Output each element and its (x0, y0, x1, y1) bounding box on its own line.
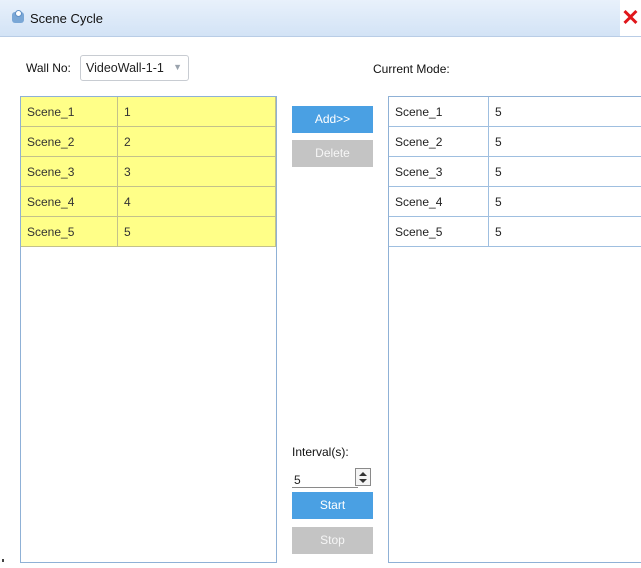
current-mode-label: Current Mode: (373, 62, 450, 76)
scene-row[interactable]: Scene_4 4 (21, 187, 276, 217)
scene-row[interactable]: Scene_3 3 (21, 157, 276, 187)
scene-row[interactable]: Scene_2 2 (21, 127, 276, 157)
scene-list[interactable]: Scene_1 1 Scene_2 2 Scene_3 3 Scene_4 4 … (20, 96, 277, 563)
interval-stepper[interactable]: 5 (292, 468, 373, 488)
scene-row[interactable]: Scene_1 1 (21, 97, 276, 127)
arrow-up-icon[interactable] (359, 472, 367, 476)
cycle-scene-duration: 5 (489, 217, 641, 247)
wall-select-value: VideoWall-1-1 (86, 61, 164, 75)
interval-input[interactable]: 5 (292, 468, 358, 488)
cycle-scene-name: Scene_3 (389, 157, 489, 187)
scene-number: 1 (118, 97, 276, 127)
scene-number: 3 (118, 157, 276, 187)
cycle-row[interactable]: Scene_3 5 (389, 157, 641, 187)
add-button[interactable]: Add>> (292, 106, 373, 133)
cycle-scene-duration: 5 (489, 97, 641, 127)
scene-number: 2 (118, 127, 276, 157)
chevron-down-icon: ▼ (173, 62, 182, 72)
scene-name: Scene_3 (21, 157, 118, 187)
cycle-scene-name: Scene_2 (389, 127, 489, 157)
scene-number: 5 (118, 217, 276, 247)
cycle-row[interactable]: Scene_5 5 (389, 217, 641, 247)
delete-button[interactable]: Delete (292, 140, 373, 167)
scene-cycle-icon (12, 10, 24, 23)
wall-no-label: Wall No: (26, 61, 71, 75)
scene-row[interactable]: Scene_5 5 (21, 217, 276, 247)
cycle-scene-duration: 5 (489, 157, 641, 187)
scene-name: Scene_2 (21, 127, 118, 157)
start-button[interactable]: Start (292, 492, 373, 519)
scene-name: Scene_4 (21, 187, 118, 217)
window-title: Scene Cycle (30, 11, 103, 26)
title-bar: Scene Cycle ✕ (0, 0, 641, 37)
stepper-control[interactable] (355, 468, 371, 486)
interval-label: Interval(s): (292, 445, 349, 459)
cycle-list[interactable]: Scene_1 5 Scene_2 5 Scene_3 5 Scene_4 5 … (388, 96, 641, 563)
cycle-scene-name: Scene_5 (389, 217, 489, 247)
scene-name: Scene_5 (21, 217, 118, 247)
close-button[interactable]: ✕ (620, 0, 641, 36)
arrow-down-icon[interactable] (359, 479, 367, 483)
scene-name: Scene_1 (21, 97, 118, 127)
cycle-scene-name: Scene_4 (389, 187, 489, 217)
cycle-row[interactable]: Scene_2 5 (389, 127, 641, 157)
cycle-scene-name: Scene_1 (389, 97, 489, 127)
scene-number: 4 (118, 187, 276, 217)
wall-select[interactable]: VideoWall-1-1 ▼ (80, 55, 189, 81)
cycle-row[interactable]: Scene_1 5 (389, 97, 641, 127)
cycle-row[interactable]: Scene_4 5 (389, 187, 641, 217)
cycle-scene-duration: 5 (489, 187, 641, 217)
cycle-scene-duration: 5 (489, 127, 641, 157)
stop-button[interactable]: Stop (292, 527, 373, 554)
edge-mark (2, 559, 4, 562)
